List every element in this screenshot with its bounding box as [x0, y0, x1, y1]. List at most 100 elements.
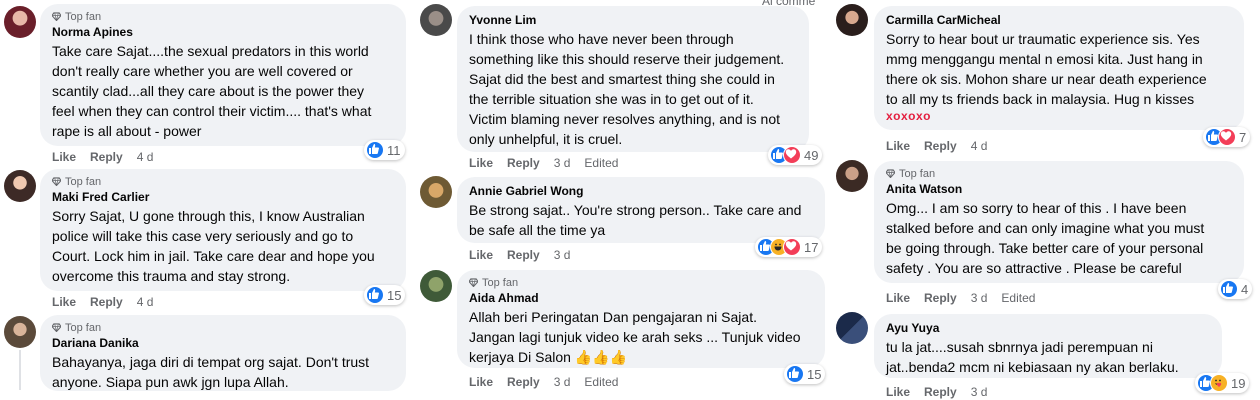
reply-link[interactable]: Reply — [507, 248, 540, 262]
comment-bubble: Ayu Yuya tu la jat....susah sbnrnya jadi… — [874, 314, 1222, 378]
comment-author[interactable]: Carmilla CarMicheal — [886, 13, 1232, 28]
comment-bubble: Carmilla CarMicheal Sorry to hear bout u… — [874, 6, 1244, 130]
reply-link[interactable]: Reply — [924, 139, 957, 153]
love-reaction-icon — [783, 146, 801, 164]
reaction-summary[interactable]: 17 — [755, 237, 823, 257]
reaction-count: 15 — [807, 366, 822, 382]
edited-label: Edited — [584, 156, 619, 170]
avatar[interactable] — [836, 160, 868, 192]
reaction-count: 49 — [804, 147, 819, 163]
comment-actions: Like Reply 3 d Edited — [886, 290, 1049, 306]
comment-actions: Like Reply 3 d Edited — [469, 374, 632, 390]
like-link[interactable]: Like — [469, 248, 493, 262]
comment-actions: Like Reply 3 d — [886, 384, 1001, 400]
reaction-summary[interactable]: 15 — [784, 364, 826, 384]
timestamp[interactable]: 3 d — [971, 291, 988, 305]
like-reaction-icon — [1220, 280, 1238, 298]
timestamp[interactable]: 4 d — [137, 150, 154, 164]
like-reaction-icon — [786, 365, 804, 383]
reaction-count: 11 — [387, 142, 401, 158]
reaction-summary[interactable]: 19 — [1195, 373, 1250, 393]
comment-text: Sorry Sajat, U gone through this, I know… — [52, 208, 375, 284]
comment-author[interactable]: Maki Fred Carlier — [52, 190, 394, 205]
comment-author[interactable]: Yvonne Lim — [469, 13, 797, 28]
comment-bubble: Annie Gabriel Wong Be strong sajat.. You… — [457, 177, 825, 243]
like-link[interactable]: Like — [52, 295, 76, 309]
diamond-icon — [886, 169, 895, 178]
top-fan-badge: Top fan — [52, 322, 394, 335]
love-reaction-icon — [1218, 128, 1236, 146]
reply-link[interactable]: Reply — [507, 375, 540, 389]
love-reaction-icon — [783, 238, 801, 256]
comment-bubble: Top fan Maki Fred Carlier Sorry Sajat, U… — [40, 169, 406, 291]
avatar[interactable] — [4, 316, 36, 348]
reaction-summary[interactable]: 4 — [1218, 279, 1253, 299]
comment-text: Take care Sajat....the sexual predators … — [52, 43, 372, 139]
reaction-count: 7 — [1239, 129, 1247, 145]
like-link[interactable]: Like — [886, 385, 910, 399]
comment-author[interactable]: Dariana Danika — [52, 336, 394, 351]
reply-link[interactable]: Reply — [924, 291, 957, 305]
like-link[interactable]: Like — [469, 375, 493, 389]
comment-text: Sorry to hear bout ur traumatic experien… — [886, 31, 1207, 107]
like-reaction-icon — [366, 286, 384, 304]
diamond-icon — [52, 323, 61, 332]
comment-bubble: Top fan Norma Apines Take care Sajat....… — [40, 4, 406, 146]
avatar[interactable] — [420, 4, 452, 36]
comment-text: Be strong sajat.. You're strong person..… — [469, 202, 802, 238]
timestamp[interactable]: 4 d — [971, 139, 988, 153]
avatar[interactable] — [4, 170, 36, 202]
timestamp[interactable]: 3 d — [554, 375, 571, 389]
avatar[interactable] — [4, 6, 36, 38]
comment-text: Omg... I am so sorry to hear of this . I… — [886, 200, 1205, 276]
timestamp[interactable]: 3 d — [971, 385, 988, 399]
reply-link[interactable]: Reply — [924, 385, 957, 399]
like-link[interactable]: Like — [886, 139, 910, 153]
edited-label: Edited — [584, 375, 619, 389]
avatar[interactable] — [836, 312, 868, 344]
comment-author[interactable]: Annie Gabriel Wong — [469, 184, 813, 199]
like-link[interactable]: Like — [52, 150, 76, 164]
top-fan-badge: Top fan — [52, 176, 394, 189]
diamond-icon — [52, 12, 61, 21]
reaction-summary[interactable]: 49 — [768, 145, 823, 165]
comment-actions: Like Reply 4 d — [52, 294, 167, 310]
reaction-count: 17 — [804, 239, 819, 255]
top-fan-badge: Top fan — [469, 277, 813, 290]
comment-text: Allah beri Peringatan Dan pengajaran ni … — [469, 309, 801, 365]
xoxo-text: xoxoxo — [886, 109, 932, 123]
comment-bubble: Top fan Aida Ahmad Allah beri Peringatan… — [457, 270, 825, 368]
comment-author[interactable]: Ayu Yuya — [886, 321, 1210, 336]
comment-author[interactable]: Norma Apines — [52, 25, 394, 40]
comment-bubble: Yvonne Lim I think those who have never … — [457, 6, 809, 152]
reaction-count: 19 — [1231, 375, 1246, 391]
timestamp[interactable]: 3 d — [554, 248, 571, 262]
diamond-icon — [469, 278, 478, 287]
like-link[interactable]: Like — [886, 291, 910, 305]
like-link[interactable]: Like — [469, 156, 493, 170]
comment-bubble: Top fan Dariana Danika Bahayanya, jaga d… — [40, 315, 406, 391]
edited-label: Edited — [1001, 291, 1036, 305]
thread-line — [19, 350, 21, 390]
reply-link[interactable]: Reply — [507, 156, 540, 170]
comment-author[interactable]: Anita Watson — [886, 182, 1232, 197]
reaction-summary[interactable]: 7 — [1203, 127, 1251, 147]
reply-link[interactable]: Reply — [90, 150, 123, 164]
avatar[interactable] — [420, 270, 452, 302]
reply-link[interactable]: Reply — [90, 295, 123, 309]
reaction-summary[interactable]: 11 — [364, 140, 405, 160]
avatar[interactable] — [836, 4, 868, 36]
comment-author[interactable]: Aida Ahmad — [469, 291, 813, 306]
comment-text: tu la jat....susah sbnrnya jadi perempua… — [886, 339, 1179, 375]
comment-bubble: Top fan Anita Watson Omg... I am so sorr… — [874, 161, 1244, 283]
care-reaction-icon — [1210, 374, 1228, 392]
timestamp[interactable]: 3 d — [554, 156, 571, 170]
comment-actions: Like Reply 4 d — [886, 138, 1001, 154]
reaction-count: 15 — [387, 287, 402, 303]
avatar[interactable] — [420, 176, 452, 208]
comment-text: I think those who have never been throug… — [469, 31, 785, 147]
comment-actions: Like Reply 4 d — [52, 149, 167, 165]
timestamp[interactable]: 4 d — [137, 295, 154, 309]
reaction-summary[interactable]: 15 — [364, 285, 406, 305]
diamond-icon — [52, 177, 61, 186]
